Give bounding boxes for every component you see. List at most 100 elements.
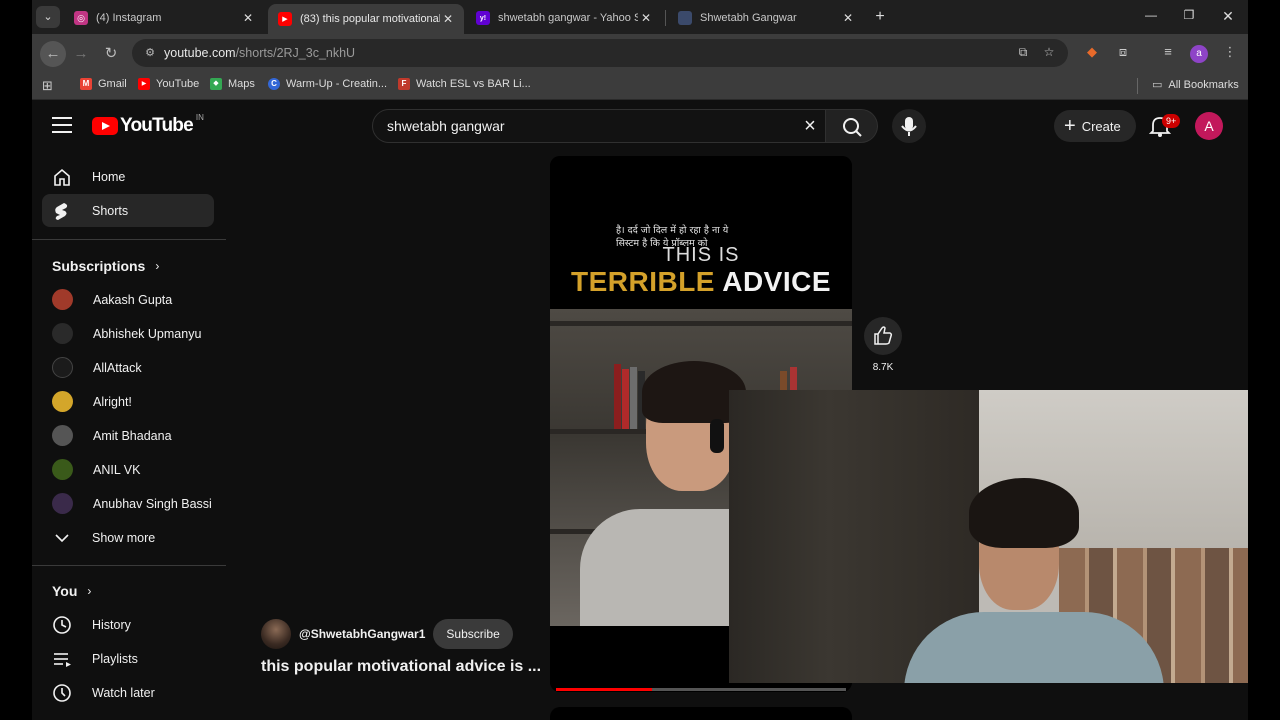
menu-icon[interactable] [52,117,72,133]
sidebar-item-shorts[interactable]: Shorts [42,194,214,227]
sidebar-item-playlists[interactable]: Playlists [42,642,214,675]
person-icon [678,11,692,25]
overlay-text-top: THIS IS [662,244,740,266]
tab-youtube-short[interactable]: ▶ (83) this popular motivational a ✕ [268,4,464,34]
show-more-button[interactable]: Show more [42,521,214,554]
tab-bar: ⌄ ◎ (4) Instagram ✕ ▶ (83) this popular … [32,0,1248,34]
url-text[interactable]: youtube.com/shorts/2RJ_3c_nkhU [164,46,355,60]
short-title[interactable]: this popular motivational advice is ... [261,658,541,676]
sidebar-item-subscription[interactable]: Aakash Gupta [42,283,214,316]
tab-instagram[interactable]: ◎ (4) Instagram ✕ [64,4,264,32]
home-icon [54,168,70,186]
tab-search-button[interactable]: ⌄ [36,6,60,28]
subscribe-button[interactable]: Subscribe [433,619,513,649]
site-info-icon[interactable]: ⚙ [142,45,158,61]
sidebar-divider [32,239,226,240]
channel-avatar [52,493,73,514]
bookmark-warm-up[interactable]: C Warm-Up - Creatin... [268,78,387,90]
extension-icon[interactable]: ◆ [1082,44,1102,62]
create-button[interactable]: + Create [1054,110,1136,142]
chevron-right-icon: › [155,259,160,273]
folder-icon: ▭ [1152,79,1163,91]
forward-arrow-icon[interactable]: → [68,41,94,67]
sidebar-divider [32,565,226,566]
tab-title: Shwetabh Gangwar [700,12,797,24]
sidebar-item-subscription[interactable]: AllAttack [42,351,214,384]
new-tab-icon[interactable]: + [870,8,890,28]
channel-avatar[interactable] [261,619,291,649]
window-close-icon[interactable]: ✕ [1216,8,1240,28]
yahoo-icon: y! [476,11,490,25]
channel-handle[interactable]: @ShwetabhGangwar1 [299,627,425,641]
browser-toolbar: ← → ↻ ⚙ youtube.com/shorts/2RJ_3c_nkhU ⧉… [32,34,1248,72]
bookmark-gmail[interactable]: M Gmail [80,78,127,90]
thumbs-up-icon [874,326,893,345]
shorts-icon [55,202,68,220]
close-icon[interactable]: ✕ [840,11,856,25]
install-app-icon[interactable]: ⧉ [1014,45,1032,61]
account-avatar[interactable]: A [1195,112,1223,140]
search-box[interactable]: shwetabh gangwar × [372,109,826,143]
menu-kebab-icon[interactable]: ⋮ [1220,44,1240,62]
history-icon [53,615,71,634]
voice-search-button[interactable] [892,109,926,143]
sidebar-item-subscription[interactable]: ANIL VK [42,453,214,486]
sidebar: Home Shorts Subscriptions › Aakash Gupta … [32,157,226,720]
youtube-play-icon [92,117,118,135]
all-bookmarks[interactable]: ▭ All Bookmarks [1152,78,1239,92]
profile-avatar[interactable]: a [1190,45,1208,63]
bookmark-youtube[interactable]: ▶ YouTube [138,78,199,90]
minimize-icon[interactable]: — [1139,8,1163,28]
sidebar-item-home[interactable]: Home [42,160,214,193]
sidebar-item-history[interactable]: History [42,608,214,641]
reload-icon[interactable]: ↻ [98,41,124,67]
sidebar-item-subscription[interactable]: Amit Bhadana [42,419,214,452]
search-input[interactable]: shwetabh gangwar [387,118,505,134]
bookmark-star-icon[interactable]: ☆ [1040,45,1058,61]
microphone-icon [901,117,917,136]
close-icon[interactable]: ✕ [638,11,654,25]
restore-icon[interactable]: ❐ [1177,8,1201,28]
overlay-headline: TERRIBLE ADVICE [570,266,832,297]
video-title-card: है। दर्द जो दिल में हो रहा है ना ये सिस्… [550,156,852,309]
playlist-icon [54,652,71,667]
sidebar-item-subscription[interactable]: Abhishek Upmanyu [42,317,214,350]
extensions-puzzle-icon[interactable]: ⧈ [1113,44,1133,62]
you-heading[interactable]: You › [52,583,91,599]
youtube-icon: ▶ [138,78,150,90]
apps-grid-icon[interactable]: ⊞ [42,78,53,94]
video-progress-bar[interactable] [556,688,846,691]
youtube-logo[interactable]: YouTube IN [92,113,204,137]
next-short-preview[interactable] [550,707,852,720]
gmail-icon: M [80,78,92,90]
search-button[interactable] [826,109,878,143]
bookmark-watch-esl[interactable]: F Watch ESL vs BAR Li... [398,78,531,90]
tab-yahoo-search[interactable]: y! shwetabh gangwar - Yahoo Sea ✕ [466,4,662,32]
like-button[interactable] [864,317,902,355]
close-icon[interactable]: ✕ [440,12,456,26]
left-letterbox [0,0,32,720]
instagram-icon: ◎ [74,11,88,25]
clear-search-icon[interactable]: × [799,115,821,137]
sidebar-item-watch-later[interactable]: Watch later [42,676,214,709]
like-count: 8.7K [872,362,894,373]
back-arrow-icon[interactable]: ← [40,41,66,67]
plus-icon: + [1064,115,1076,137]
close-icon[interactable]: ✕ [240,11,256,25]
tab-title: (4) Instagram [96,12,162,24]
subscriptions-heading[interactable]: Subscriptions › [52,258,159,274]
sidebar-item-subscription[interactable]: Anubhav Singh Bassi [42,487,214,520]
tab-title: (83) this popular motivational a [300,13,440,25]
channel-row: @ShwetabhGangwar1 Subscribe [261,619,513,649]
channel-avatar [52,391,73,412]
clock-icon [53,683,71,702]
bookmarks-separator [1137,78,1138,94]
notification-badge: 9+ [1162,114,1181,128]
tab-shwetabh-gangwar[interactable]: Shwetabh Gangwar ✕ [668,4,864,32]
maps-icon: ◆ [210,78,222,90]
sidebar-item-subscription[interactable]: Alright! [42,385,214,418]
address-bar[interactable]: ⚙ youtube.com/shorts/2RJ_3c_nkhU ⧉ ☆ [132,39,1068,67]
channel-avatar [52,357,73,378]
bookmark-maps[interactable]: ◆ Maps [210,78,255,90]
media-control-icon[interactable]: ≡ [1158,44,1178,62]
